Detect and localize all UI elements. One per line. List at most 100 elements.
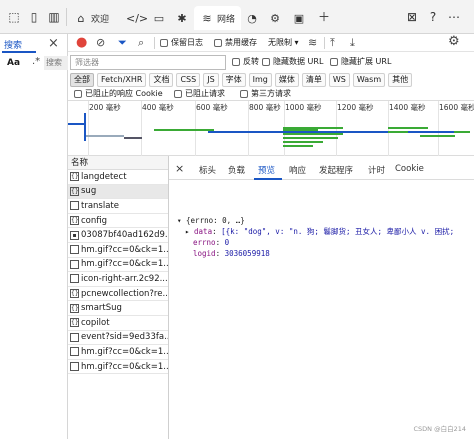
chip-doc[interactable]: 文档: [149, 73, 174, 87]
third-party-label: 第三方请求: [251, 89, 291, 98]
list-item[interactable]: {} langdetect: [68, 170, 168, 185]
request-name: hm.gif?cc=0&ck=1...: [81, 361, 168, 372]
regex-button[interactable]: .*: [32, 56, 40, 67]
list-item[interactable]: {} config: [68, 214, 168, 229]
list-item[interactable]: ▪ 03087bf40ad162d9...: [68, 228, 168, 243]
request-name: icon-right-arr.2c92...: [81, 273, 168, 284]
list-item[interactable]: hm.gif?cc=0&ck=1...: [68, 345, 168, 360]
list-item[interactable]: hm.gif?cc=0&ck=1...: [68, 360, 168, 375]
search-icon[interactable]: ⌕: [138, 36, 144, 50]
list-item[interactable]: icon-right-arr.2c92...: [68, 272, 168, 287]
list-item[interactable]: {} copilot: [68, 316, 168, 331]
help-icon[interactable]: ?: [425, 9, 441, 25]
resource-type-filter: 全部 Fetch/XHR 文档 CSS JS 字体 Img 媒体 清单 WS W…: [70, 73, 413, 87]
name-column-header[interactable]: 名称: [68, 156, 168, 170]
value-text: [{k: "dog", v: "n. 狗; 鬈脚货; 丑女人; 卑鄙小人 v. …: [221, 227, 455, 236]
wifi-icon[interactable]: ≋: [308, 36, 317, 50]
request-name: copilot: [81, 317, 110, 328]
throttle-select[interactable]: 无限制 ▾: [268, 36, 299, 50]
tab-console[interactable]: ▭: [152, 6, 166, 30]
tab-performance[interactable]: ◔: [245, 6, 259, 30]
close-icon[interactable]: ×: [48, 36, 59, 51]
tab-cookies[interactable]: Cookie: [395, 164, 424, 174]
upload-icon[interactable]: ⤒: [330, 36, 335, 50]
tab-preview-underline: [254, 178, 282, 180]
key-label: errno: [193, 238, 216, 247]
application-icon: ▣: [293, 11, 305, 25]
blocked-requests-checkbox[interactable]: 已阻止请求: [174, 87, 225, 101]
xhr-icon: {}: [70, 172, 79, 182]
chip-font[interactable]: 字体: [221, 73, 246, 87]
tab-timing[interactable]: 计时: [368, 164, 385, 176]
blocked-cookies-checkbox[interactable]: 已阻止的响应 Cookie: [74, 87, 163, 101]
tab-memory[interactable]: ⚙: [268, 6, 282, 30]
preserve-log-checkbox[interactable]: 保留日志: [160, 36, 203, 50]
request-name: translate: [81, 200, 119, 211]
list-item[interactable]: event?sid=9ed33fa...: [68, 331, 168, 346]
chip-ws[interactable]: WS: [328, 73, 350, 87]
list-item[interactable]: {} pcnewcollection?re...: [68, 287, 168, 302]
inspect-element-icon[interactable]: ⬚: [6, 9, 22, 25]
preview-root[interactable]: ▾ {errno: 0, …}: [177, 216, 245, 226]
document-icon: [70, 259, 79, 269]
list-item[interactable]: hm.gif?cc=0&ck=1...: [68, 258, 168, 273]
tab-sources[interactable]: ✱: [175, 6, 189, 30]
request-list: 名称 {} langdetect {} sug translate {} config…: [68, 156, 169, 439]
disable-cache-checkbox[interactable]: 禁用缓存: [214, 36, 257, 50]
match-case-button[interactable]: Aa: [7, 58, 20, 68]
device-emulation-icon[interactable]: ▯: [26, 9, 42, 25]
list-item[interactable]: {} smartSug: [68, 301, 168, 316]
download-icon[interactable]: ⤓: [350, 36, 355, 50]
tab-application[interactable]: ▣: [292, 6, 306, 30]
chip-wasm[interactable]: Wasm: [352, 73, 386, 87]
list-item[interactable]: hm.gif?cc=0&ck=1...: [68, 243, 168, 258]
timeline-overview[interactable]: 200 毫秒 400 毫秒 600 毫秒 800 毫秒 1000 毫秒 1200…: [68, 100, 474, 157]
invert-checkbox[interactable]: 反转: [232, 55, 259, 69]
more-icon[interactable]: ⋯: [446, 9, 462, 25]
chip-manifest[interactable]: 清单: [301, 73, 326, 87]
document-icon: [70, 347, 79, 357]
home-icon: ⌂: [77, 11, 85, 25]
chip-img[interactable]: Img: [248, 73, 272, 87]
document-icon: [70, 201, 79, 211]
preview-errno-row: errno: 0: [193, 238, 230, 247]
performance-icon: ◔: [247, 11, 257, 25]
close-icon[interactable]: ⊠: [404, 9, 420, 25]
tab-initiator[interactable]: 发起程序: [319, 164, 353, 176]
chip-css[interactable]: CSS: [176, 73, 201, 87]
search-input[interactable]: 搜索: [44, 56, 68, 70]
settings-gear-icon[interactable]: ⚙: [448, 35, 460, 49]
clear-icon[interactable]: ⊘: [96, 36, 105, 50]
list-item[interactable]: {} sug: [68, 184, 168, 200]
tab-headers[interactable]: 标头: [199, 164, 216, 176]
third-party-checkbox[interactable]: 第三方请求: [240, 87, 291, 101]
preview-data-row[interactable]: ▸ data: [{k: "dog", v: "n. 狗; 鬈脚货; 丑女人; …: [185, 227, 454, 237]
filter-icon[interactable]: ⏷: [118, 36, 127, 50]
filter-input[interactable]: 筛选器: [70, 55, 226, 70]
hide-extension-urls-checkbox[interactable]: 隐藏扩展 URL: [330, 55, 391, 69]
chip-js[interactable]: JS: [203, 73, 219, 87]
search-tab-underline: [2, 51, 36, 53]
chip-media[interactable]: 媒体: [274, 73, 299, 87]
chip-other[interactable]: 其他: [388, 73, 413, 87]
tab-elements[interactable]: </>: [126, 6, 148, 30]
list-item[interactable]: translate: [68, 199, 168, 214]
add-tab-icon[interactable]: ＋: [316, 9, 332, 25]
chip-all[interactable]: 全部: [70, 73, 94, 87]
tab-response[interactable]: 响应: [289, 164, 306, 176]
search-tab[interactable]: 搜索: [4, 38, 22, 51]
chip-fetch-xhr[interactable]: Fetch/XHR: [97, 73, 147, 87]
xhr-icon: {}: [70, 318, 79, 328]
request-name: config: [81, 215, 108, 226]
tick-label: 800 毫秒: [249, 103, 281, 112]
tick-label: 1000 毫秒: [285, 103, 322, 112]
close-icon[interactable]: ×: [175, 162, 184, 175]
tab-welcome[interactable]: ⌂ 欢迎: [74, 6, 110, 30]
tab-network[interactable]: ≋ 网络: [194, 6, 242, 30]
hide-data-urls-checkbox[interactable]: 隐藏数据 URL: [262, 55, 323, 69]
sidebar-toggle-icon[interactable]: ▥: [46, 9, 62, 25]
tab-payload[interactable]: 负载: [228, 164, 245, 176]
request-details: × 标头 负载 预览 响应 发起程序 计时 Cookie ▾ {errno: 0…: [169, 156, 474, 439]
tab-preview[interactable]: 预览: [258, 164, 275, 176]
record-icon[interactable]: ●: [76, 36, 87, 50]
